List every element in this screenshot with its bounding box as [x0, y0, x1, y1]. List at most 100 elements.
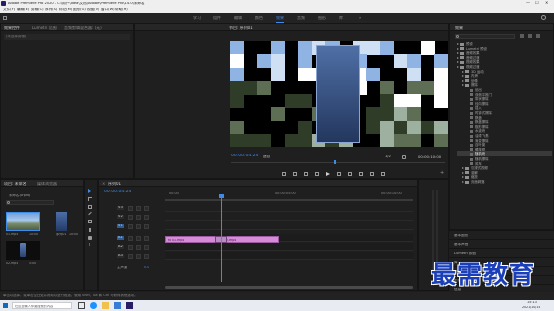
type-tool-icon[interactable]: T: [88, 243, 91, 248]
menu-view[interactable]: 视图(V): [87, 8, 99, 12]
master-track-value[interactable]: 0.0: [144, 266, 149, 269]
tab-audio-clip-mixer[interactable]: 音频剪辑混合器: (无): [64, 26, 102, 30]
timeline-ruler[interactable]: 00:00 00:00:05:00 00:00:10:00: [165, 192, 413, 202]
close-button[interactable]: ✕: [545, 1, 548, 5]
a1-lock-icon[interactable]: [128, 235, 133, 241]
taskbar-search-input[interactable]: 在这里输入你要搜索的内容: [12, 302, 72, 309]
accelerated-effects-icon[interactable]: [520, 34, 524, 38]
workspace-effects[interactable]: 效果: [276, 16, 284, 20]
effects-tree-item[interactable]: 页面剥落: [457, 179, 485, 184]
wrench-icon[interactable]: [402, 155, 406, 159]
v2-lock-icon[interactable]: [128, 214, 133, 220]
a3-eye-icon[interactable]: [144, 253, 149, 259]
work-area-bar[interactable]: [165, 199, 413, 201]
menu-file[interactable]: 文件(F): [3, 8, 15, 12]
track-label-a1[interactable]: A1: [117, 236, 124, 240]
tab-effect-controls[interactable]: 效果控件: [4, 26, 20, 30]
a1-sync-icon[interactable]: [136, 235, 141, 241]
fit-dropdown[interactable]: 适合: [263, 155, 270, 159]
a3-lock-icon[interactable]: [128, 253, 133, 259]
a3-sync-icon[interactable]: [136, 253, 141, 259]
tab-sequence[interactable]: 序列01: [108, 182, 121, 186]
tab-effects[interactable]: 效果: [455, 26, 463, 30]
search-icon[interactable]: [541, 15, 546, 20]
v2-eye-icon[interactable]: [144, 214, 149, 220]
track-select-tool-icon[interactable]: [88, 197, 92, 201]
tab-program[interactable]: 节目: 序列01: [229, 26, 253, 30]
edge-browser-icon[interactable]: [90, 302, 97, 309]
windows-start-icon[interactable]: [3, 303, 8, 308]
effects-search-input[interactable]: [455, 34, 515, 39]
timeline-scroll-thumb[interactable]: [165, 286, 413, 289]
store-icon[interactable]: [114, 302, 121, 309]
track-label-a3[interactable]: A3: [117, 254, 124, 258]
mark-in-icon[interactable]: [282, 172, 286, 176]
media-thumbnail-01[interactable]: [6, 212, 40, 231]
media-thumbnail-02[interactable]: [6, 241, 40, 260]
insert-icon[interactable]: [359, 172, 363, 176]
tab-media-browser[interactable]: 媒体浏览器: [37, 182, 57, 186]
side-panel-header[interactable]: 基本图形: [449, 230, 554, 239]
close-sequence-icon[interactable]: ×: [102, 182, 105, 186]
menu-edit[interactable]: 编辑(E): [17, 8, 29, 12]
a2-eye-icon[interactable]: [144, 244, 149, 250]
step-back-icon[interactable]: [315, 172, 319, 176]
settings-plus-icon[interactable]: +: [440, 171, 444, 176]
v2-sync-icon[interactable]: [136, 214, 141, 220]
slip-tool-icon[interactable]: [88, 220, 92, 223]
a2-sync-icon[interactable]: [136, 244, 141, 250]
menu-help[interactable]: 帮助(H): [115, 8, 128, 12]
timeline-playhead-head[interactable]: [219, 194, 224, 198]
v3-sync-icon[interactable]: [136, 205, 141, 211]
mark-out-icon[interactable]: [293, 172, 297, 176]
pen-tool-icon[interactable]: [89, 228, 91, 232]
premiere-taskbar-icon[interactable]: [126, 302, 133, 309]
timeline-timecode[interactable]: 00:00:04:24: [104, 190, 131, 195]
monitor-scrubber[interactable]: [231, 162, 445, 163]
tab-project[interactable]: 项目: 未命名: [4, 182, 27, 186]
timeline-clip[interactable]: fx 01.mp4: [165, 236, 217, 243]
workspace-learning[interactable]: 学习: [193, 16, 201, 20]
track-label-v1[interactable]: V1: [117, 224, 124, 228]
hand-tool-icon[interactable]: [88, 236, 92, 240]
v1-lock-icon[interactable]: [128, 223, 133, 229]
track-label-v2[interactable]: V2: [117, 215, 124, 219]
file-explorer-icon[interactable]: [102, 302, 109, 309]
yuv-effects-icon[interactable]: [536, 34, 540, 38]
track-label-v3[interactable]: V3: [117, 206, 124, 210]
v3-lock-icon[interactable]: [128, 205, 133, 211]
v3-eye-icon[interactable]: [144, 205, 149, 211]
32bit-effects-icon[interactable]: [528, 34, 532, 38]
menu-clip[interactable]: 剪辑(C): [31, 8, 44, 12]
go-to-out-icon[interactable]: [348, 172, 352, 176]
workspace-libraries[interactable]: 库: [339, 16, 343, 20]
workspace-more[interactable]: »: [359, 16, 361, 20]
workspace-editing[interactable]: 编辑: [234, 16, 242, 20]
side-panel-header[interactable]: Lumetri 颜色: [449, 248, 554, 257]
menu-sequence[interactable]: 序列(S): [45, 8, 57, 12]
menu-graphics[interactable]: 图形(G): [73, 8, 86, 12]
track-label-a2[interactable]: A2: [117, 245, 124, 249]
project-search-input[interactable]: [6, 200, 54, 205]
step-forward-icon[interactable]: [337, 172, 341, 176]
v1-eye-icon[interactable]: [144, 223, 149, 229]
a2-lock-icon[interactable]: [128, 244, 133, 250]
quality-dropdown[interactable]: 1/2: [385, 155, 391, 159]
minimize-button[interactable]: —: [526, 1, 530, 5]
overwrite-icon[interactable]: [370, 172, 374, 176]
timeline-playhead-line[interactable]: [221, 196, 222, 282]
workspace-graphics[interactable]: 图形: [318, 16, 326, 20]
maximize-button[interactable]: ☐: [535, 1, 539, 5]
monitor-playhead[interactable]: [334, 160, 336, 164]
workspace-audio[interactable]: 音频: [297, 16, 305, 20]
timeline-scrollbar[interactable]: [165, 286, 413, 289]
task-view-icon[interactable]: [78, 302, 85, 309]
a1-eye-icon[interactable]: [144, 235, 149, 241]
export-frame-icon[interactable]: [381, 172, 385, 176]
tab-lumetri-scopes[interactable]: Lumetri 范围: [32, 26, 57, 30]
workspace-assembly[interactable]: 组件: [213, 16, 221, 20]
workspace-color[interactable]: 颜色: [255, 16, 263, 20]
go-to-in-icon[interactable]: [304, 172, 308, 176]
menu-window[interactable]: 窗口(W): [101, 8, 115, 12]
v1-sync-icon[interactable]: [136, 223, 141, 229]
